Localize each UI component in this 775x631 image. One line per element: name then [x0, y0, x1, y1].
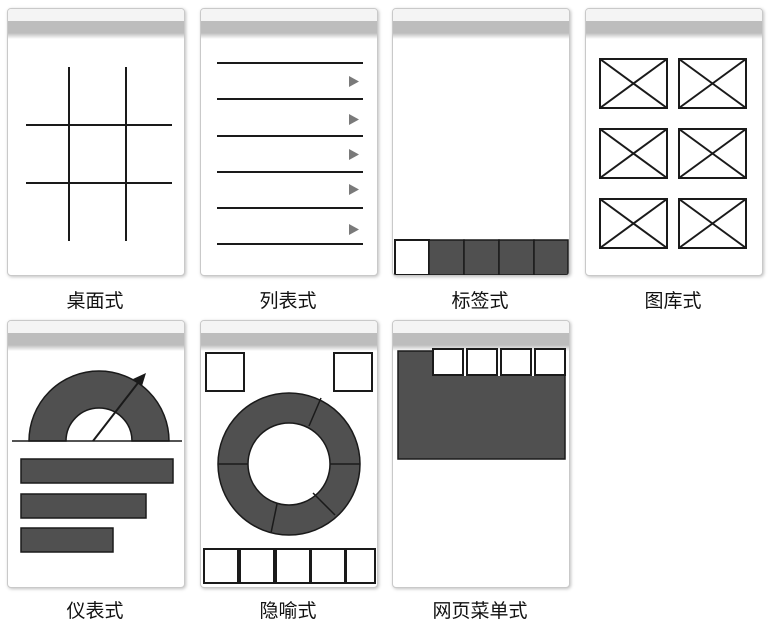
metaphor-label: 隐喻式: [259, 600, 317, 622]
gallery-layout-mockup: [585, 8, 763, 276]
dashboard-label: 仪表式: [66, 600, 124, 622]
tab-label: 标签式: [451, 290, 509, 312]
dashboard-layout-mockup: [7, 320, 185, 588]
dashboard-gauge: [12, 370, 182, 553]
arrow-icon: [349, 224, 359, 235]
desktop-label: 桌面式: [66, 290, 124, 312]
gallery-label: 图库式: [644, 290, 702, 312]
webmenu-panel: [397, 348, 566, 460]
list-label: 列表式: [259, 290, 317, 312]
arrow-icon: [349, 149, 359, 160]
webmenu-label: 网页菜单式: [432, 600, 528, 622]
tab-layout-mockup: [392, 8, 570, 276]
metaphor-ring: [203, 352, 376, 584]
desktop-grid: [26, 67, 172, 241]
arrow-icon: [349, 184, 359, 195]
gallery-grid: [599, 58, 747, 249]
list-layout-mockup: [200, 8, 378, 276]
list-rows: [217, 62, 363, 245]
webmenu-layout-mockup: [392, 320, 570, 588]
desktop-layout-mockup: [7, 8, 185, 276]
arrow-icon: [349, 76, 359, 87]
arrow-icon: [349, 114, 359, 125]
tab-bar: [394, 239, 569, 275]
metaphor-layout-mockup: [200, 320, 378, 588]
